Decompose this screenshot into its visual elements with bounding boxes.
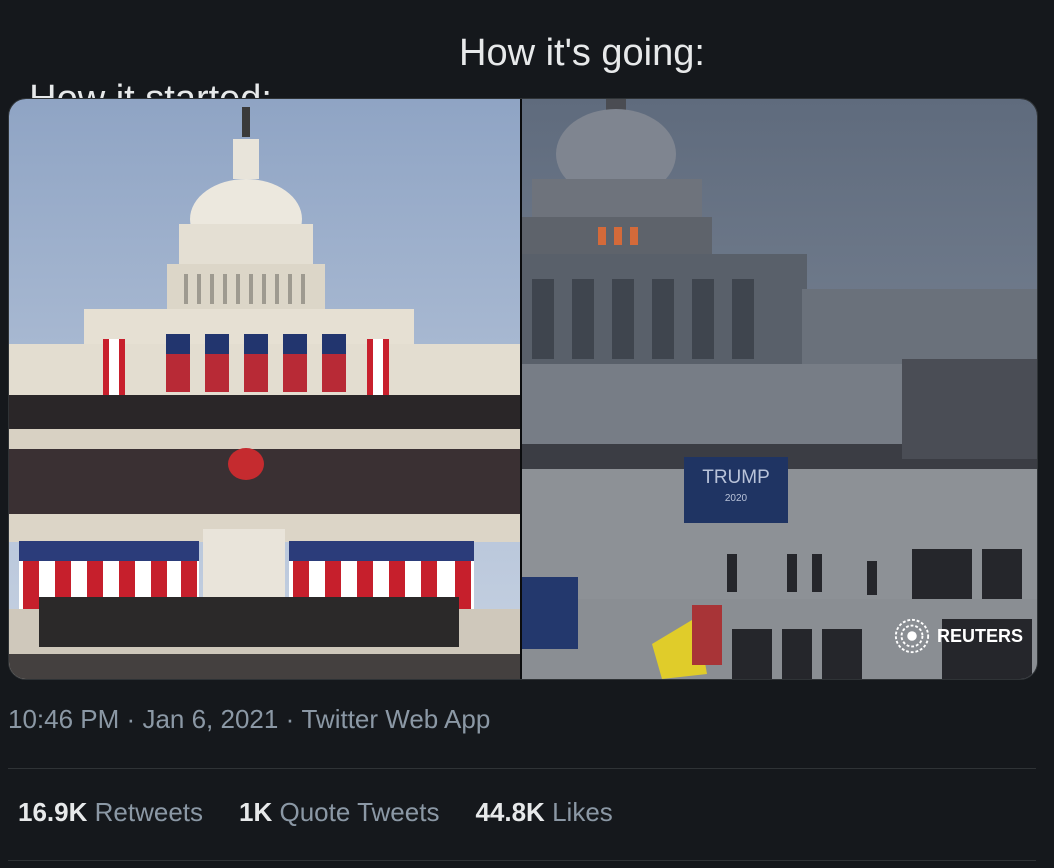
retweets-label: Retweets xyxy=(94,797,204,827)
quote-tweets-stat[interactable]: 1K Quote Tweets xyxy=(239,797,439,828)
reuters-credit: REUTERS xyxy=(893,617,1023,655)
retweets-stat[interactable]: 16.9K Retweets xyxy=(18,797,203,828)
trump-banner-text: TRUMP xyxy=(702,467,770,488)
tweet-media[interactable]: TRUMP 2020 REUTERS xyxy=(8,98,1038,680)
divider xyxy=(8,860,1036,861)
tweet-stats: 16.9K Retweets 1K Quote Tweets 44.8K Lik… xyxy=(18,797,613,828)
likes-label: Likes xyxy=(552,797,613,827)
tweet-date-link[interactable]: Jan 6, 2021 xyxy=(142,704,278,735)
meta-separator: · xyxy=(285,704,295,734)
capitol-inauguration-photo[interactable] xyxy=(9,99,520,679)
retweets-count: 16.9K xyxy=(18,797,88,827)
capitol-riot-image: TRUMP 2020 xyxy=(522,99,1037,679)
likes-count: 44.8K xyxy=(475,797,545,827)
trump-banner-year: 2020 xyxy=(725,493,748,504)
capitol-inauguration-image xyxy=(9,99,520,679)
divider xyxy=(8,768,1036,769)
quote-tweets-label: Quote Tweets xyxy=(279,797,440,827)
tweet-text-right: How it's going: xyxy=(459,32,705,74)
tweet-time-link[interactable]: 10:46 PM xyxy=(8,704,119,735)
tweet-source-link[interactable]: Twitter Web App xyxy=(301,704,490,735)
meta-separator: · xyxy=(126,704,136,734)
quote-tweets-count: 1K xyxy=(239,797,273,827)
likes-stat[interactable]: 44.8K Likes xyxy=(475,797,612,828)
capitol-riot-photo[interactable]: TRUMP 2020 REUTERS xyxy=(522,99,1037,679)
reuters-logo-icon xyxy=(894,618,930,654)
reuters-credit-text: REUTERS xyxy=(936,625,1023,646)
tweet-meta: 10:46 PM · Jan 6, 2021 · Twitter Web App xyxy=(8,704,490,735)
